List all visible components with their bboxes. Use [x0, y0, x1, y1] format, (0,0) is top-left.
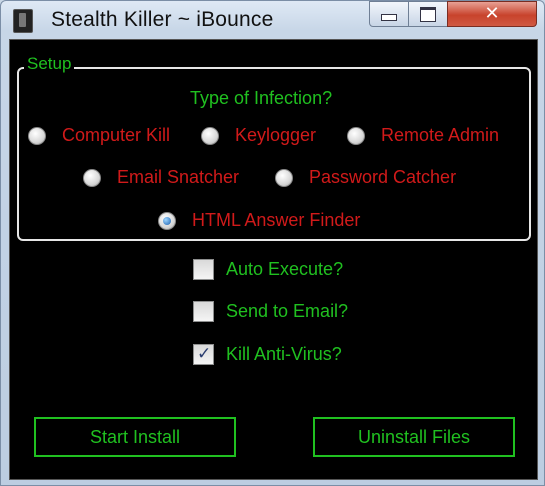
minimize-icon: [381, 13, 397, 21]
checkbox-label-send-to-email[interactable]: Send to Email?: [226, 299, 348, 323]
maximize-icon: [420, 6, 436, 22]
checkbox-auto-execute[interactable]: [193, 259, 214, 280]
radio-password-catcher[interactable]: [275, 169, 293, 187]
setup-legend: Setup: [24, 53, 75, 75]
maximize-button[interactable]: [408, 1, 448, 27]
infection-type-heading: Type of Infection?: [190, 88, 333, 108]
window-title: Stealth Killer ~ iBounce: [51, 8, 274, 31]
start-install-button[interactable]: Start Install: [34, 417, 236, 457]
radio-label-computer-kill[interactable]: Computer Kill: [62, 123, 170, 147]
radio-label-password-catcher[interactable]: Password Catcher: [309, 165, 456, 189]
radio-computer-kill[interactable]: [28, 127, 46, 145]
app-window: Stealth Killer ~ iBounce ✕ Setup Type of…: [0, 0, 545, 486]
radio-keylogger[interactable]: [201, 127, 219, 145]
close-button[interactable]: ✕: [447, 1, 537, 27]
radio-email-snatcher[interactable]: [83, 169, 101, 187]
radio-html-answer-finder[interactable]: [158, 212, 176, 230]
app-icon[interactable]: [13, 9, 33, 33]
radio-label-remote-admin[interactable]: Remote Admin: [381, 123, 499, 147]
uninstall-files-button[interactable]: Uninstall Files: [313, 417, 515, 457]
checkbox-label-auto-execute[interactable]: Auto Execute?: [226, 257, 343, 281]
radio-label-keylogger[interactable]: Keylogger: [235, 123, 316, 147]
checkbox-label-kill-anti-virus[interactable]: Kill Anti-Virus?: [226, 342, 342, 366]
close-icon: ✕: [484, 3, 500, 24]
radio-label-html-answer-finder[interactable]: HTML Answer Finder: [192, 208, 360, 232]
checkbox-send-to-email[interactable]: [193, 301, 214, 322]
title-bar[interactable]: Stealth Killer ~ iBounce ✕: [1, 1, 544, 39]
radio-remote-admin[interactable]: [347, 127, 365, 145]
minimize-button[interactable]: [369, 1, 409, 27]
radio-label-email-snatcher[interactable]: Email Snatcher: [117, 165, 239, 189]
checkbox-kill-anti-virus[interactable]: ✓: [193, 344, 214, 365]
checkmark-icon: ✓: [197, 344, 212, 364]
client-area: Setup Type of Infection? Computer Kill K…: [9, 39, 538, 480]
